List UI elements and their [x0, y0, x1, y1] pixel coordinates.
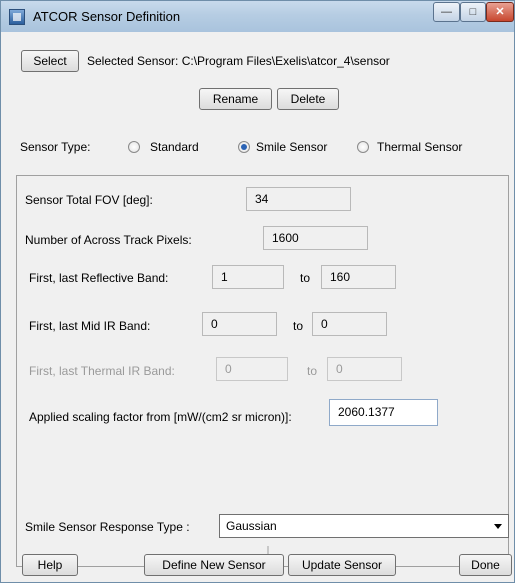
- radio-smile-sensor[interactable]: [238, 141, 250, 153]
- radio-standard[interactable]: [128, 141, 140, 153]
- window-title: ATCOR Sensor Definition: [33, 9, 181, 24]
- sensor-type-label: Sensor Type:: [20, 140, 91, 154]
- midir-last-field[interactable]: 0: [312, 312, 387, 336]
- thermal-first-field: 0: [216, 357, 288, 381]
- reflective-band-label: First, last Reflective Band:: [29, 271, 169, 285]
- response-type-dropdown[interactable]: Gaussian: [219, 514, 509, 538]
- define-new-sensor-button[interactable]: Define New Sensor: [144, 554, 284, 576]
- fov-label: Sensor Total FOV [deg]:: [25, 193, 153, 207]
- midir-band-label: First, last Mid IR Band:: [29, 319, 151, 333]
- midir-to-label: to: [293, 319, 304, 333]
- pixels-field[interactable]: 1600: [263, 226, 368, 250]
- maximize-button[interactable]: □: [460, 2, 486, 22]
- app-icon: [9, 9, 25, 25]
- delete-button[interactable]: Delete: [277, 88, 339, 110]
- radio-standard-label: Standard: [150, 140, 199, 154]
- update-sensor-button[interactable]: Update Sensor: [288, 554, 396, 576]
- minimize-button[interactable]: —: [433, 2, 460, 22]
- close-button[interactable]: ✕: [486, 2, 514, 22]
- close-icon: ✕: [495, 6, 505, 18]
- sensor-definition-window: ATCOR Sensor Definition — □ ✕ Select Sel…: [0, 0, 515, 583]
- select-sensor-button[interactable]: Select: [21, 50, 79, 72]
- radio-thermal-sensor-label: Thermal Sensor: [377, 140, 463, 154]
- fov-field[interactable]: 34: [246, 187, 351, 211]
- midir-first-field[interactable]: 0: [202, 312, 277, 336]
- done-button[interactable]: Done: [459, 554, 512, 576]
- title-bar[interactable]: ATCOR Sensor Definition — □ ✕: [1, 1, 514, 32]
- response-type-value: Gaussian: [226, 519, 277, 533]
- minimize-icon: —: [441, 6, 452, 18]
- pixels-label: Number of Across Track Pixels:: [25, 233, 192, 247]
- thermal-band-label: First, last Thermal IR Band:: [29, 364, 175, 378]
- help-button[interactable]: Help: [22, 554, 78, 576]
- scaling-factor-field[interactable]: 2060.1377: [329, 399, 438, 426]
- radio-smile-sensor-label: Smile Sensor: [256, 140, 328, 154]
- reflective-to-label: to: [300, 271, 311, 285]
- radio-thermal-sensor[interactable]: [357, 141, 369, 153]
- scaling-factor-label: Applied scaling factor from [mW/(cm2 sr …: [29, 410, 292, 424]
- thermal-to-label: to: [307, 364, 318, 378]
- selected-sensor-path: Selected Sensor: C:\Program Files\Exelis…: [87, 54, 390, 68]
- reflective-first-field[interactable]: 1: [212, 265, 284, 289]
- response-type-label: Smile Sensor Response Type :: [25, 520, 190, 534]
- chevron-down-icon: [494, 524, 502, 529]
- rename-button[interactable]: Rename: [199, 88, 272, 110]
- maximize-icon: □: [469, 6, 477, 18]
- thermal-last-field: 0: [327, 357, 402, 381]
- reflective-last-field[interactable]: 160: [321, 265, 396, 289]
